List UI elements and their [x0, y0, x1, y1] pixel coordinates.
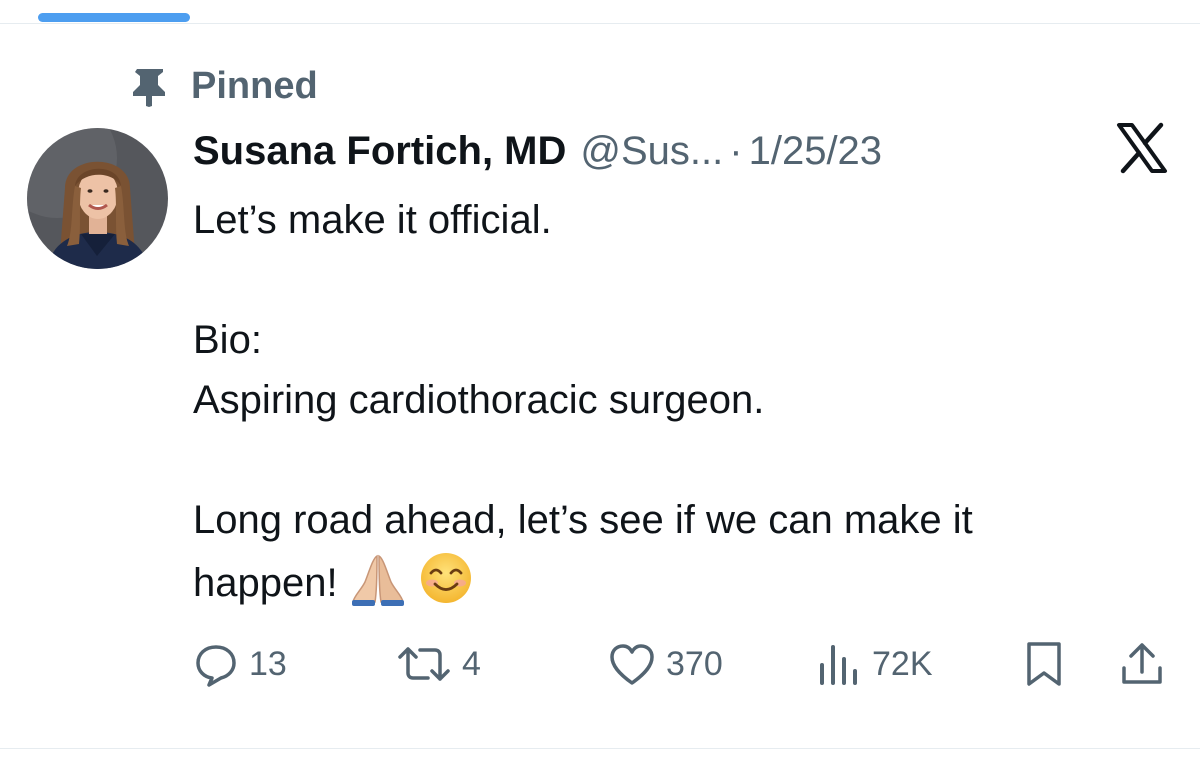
- views-icon: [820, 645, 857, 685]
- meta-separator: ·: [729, 128, 743, 173]
- reply-count: 13: [249, 644, 287, 683]
- folded-hands-icon: [351, 554, 404, 606]
- tweet-card: Pinned Susana Fortich, MD @Sus... · 1/25…: [0, 0, 1200, 773]
- top-divider: [0, 23, 1200, 24]
- views-button[interactable]: 72K: [818, 636, 933, 692]
- tweet-text-line: Let’s make it official.: [193, 198, 552, 242]
- smiling-face-icon: [420, 553, 471, 603]
- share-button[interactable]: [1118, 636, 1166, 692]
- reply-icon: [196, 645, 236, 687]
- tweet-text-line-last: happen!: [193, 550, 1153, 613]
- author-name[interactable]: Susana Fortich, MD: [193, 129, 566, 174]
- pinned-row: Pinned: [133, 62, 318, 110]
- tweet-text-line: Long road ahead, let’s see if we can mak…: [193, 498, 973, 542]
- bottom-divider: [0, 748, 1200, 749]
- reply-button[interactable]: 13: [193, 636, 287, 692]
- tweet-text-line: Aspiring cardiothoracic surgeon.: [193, 378, 765, 422]
- avatar[interactable]: [27, 128, 168, 269]
- x-logo-icon: [1117, 122, 1167, 174]
- repost-icon: [398, 647, 450, 681]
- active-tab-indicator: [38, 13, 190, 22]
- share-icon: [1122, 643, 1162, 684]
- tweet-text: Let’s make it official. Bio: Aspiring ca…: [193, 190, 1153, 613]
- author-handle[interactable]: @Sus...: [580, 129, 723, 173]
- like-count: 370: [666, 644, 723, 683]
- tweet-text-segment: happen!: [193, 561, 338, 605]
- tweet-header: Susana Fortich, MD @Sus... · 1/25/23: [193, 124, 882, 178]
- bookmark-icon: [1027, 642, 1061, 686]
- tweet-text-line: Bio:: [193, 318, 262, 362]
- avatar-photo: [27, 128, 168, 269]
- tweet-meta: @Sus... · 1/25/23: [580, 129, 882, 174]
- action-bar: 13 4 370 72K: [0, 636, 1200, 692]
- bookmark-button[interactable]: [1024, 636, 1064, 692]
- tweet-date[interactable]: 1/25/23: [749, 129, 882, 173]
- pinned-label: Pinned: [191, 64, 318, 107]
- pin-icon: [133, 69, 165, 107]
- like-button[interactable]: 370: [608, 636, 723, 692]
- heart-icon: [610, 644, 654, 685]
- repost-button[interactable]: 4: [396, 636, 481, 692]
- repost-count: 4: [462, 644, 481, 683]
- views-count: 72K: [872, 644, 933, 683]
